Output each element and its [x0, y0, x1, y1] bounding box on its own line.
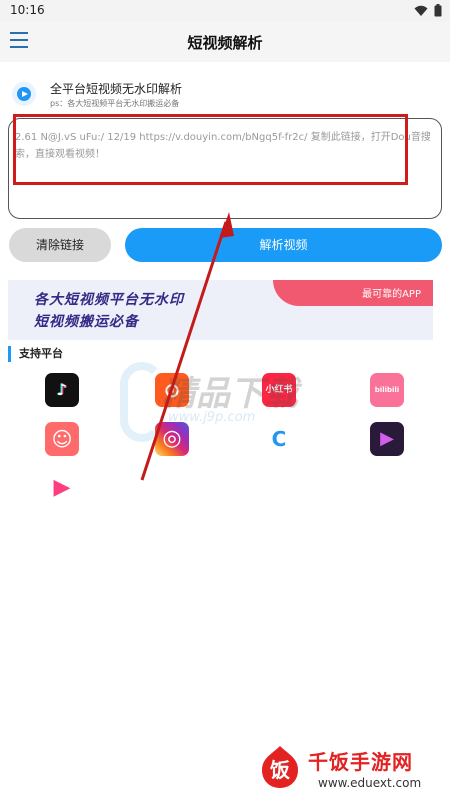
svg-text:饭: 饭 [270, 758, 290, 782]
banner-line-1: 各大短视频平台无水印 [34, 292, 184, 308]
parse-video-button[interactable]: 解析视频 [125, 228, 442, 262]
app-header: 全平台短视频无水印解析 ps：各大短视频平台无水印搬运必备 [10, 76, 430, 116]
page-title: 短视频解析 [187, 34, 263, 52]
platform-instagram[interactable]: ◎ [155, 422, 189, 456]
platform-bilibili[interactable]: bilibili [370, 373, 404, 407]
clear-link-button[interactable]: 清除链接 [9, 228, 111, 262]
haokan-icon: ▶ [53, 475, 71, 500]
header-title: 全平台短视频无水印解析 [50, 82, 183, 96]
header-subtitle: ps：各大短视频平台无水印搬运必备 [50, 99, 180, 108]
highlight-box [13, 114, 408, 185]
platform-kuaishou[interactable]: ⊙ [155, 373, 189, 407]
instagram-icon: ◎ [162, 426, 182, 451]
promo-banner: 最可靠的APP 各大短视频平台无水印 短视频搬运必备 [8, 280, 433, 340]
app-bar: 短视频解析 [0, 22, 450, 62]
pipixia-icon: ☺ [51, 427, 73, 451]
platform-weishi[interactable]: ▶ [370, 422, 404, 456]
status-icons [414, 4, 442, 17]
brand-logo-icon: 饭 [262, 746, 298, 788]
platform-lvzhou[interactable]: C [262, 422, 296, 456]
weishi-icon: ▶ [380, 428, 394, 449]
section-title: 支持平台 [8, 346, 63, 362]
platform-xiaohongshu[interactable]: 小红书 [262, 373, 296, 407]
brand-url: www.eduext.com [318, 776, 422, 790]
status-time: 10:16 [10, 3, 45, 17]
kuaishou-icon: ⊙ [163, 378, 181, 402]
brand-name: 千饭手游网 [308, 750, 413, 774]
bilibili-icon: bilibili [374, 386, 400, 394]
banner-line-2: 短视频搬运必备 [34, 314, 139, 330]
footer-brand: 饭 千饭手游网 www.eduext.com [258, 740, 448, 796]
app-logo-icon [12, 82, 36, 106]
lvzhou-icon: C [271, 427, 287, 451]
platform-haokan[interactable]: ▶ [45, 471, 79, 505]
tiktok-icon: ♪ [56, 380, 68, 399]
xiaohongshu-icon: 小红书 [265, 385, 293, 395]
status-bar: 10:16 [0, 0, 450, 22]
battery-icon [434, 4, 442, 17]
wifi-icon [414, 5, 428, 16]
platform-tiktok[interactable]: ♪ [45, 373, 79, 407]
banner-badge: 最可靠的APP [362, 289, 421, 300]
platform-pipixia[interactable]: ☺ [45, 422, 79, 456]
